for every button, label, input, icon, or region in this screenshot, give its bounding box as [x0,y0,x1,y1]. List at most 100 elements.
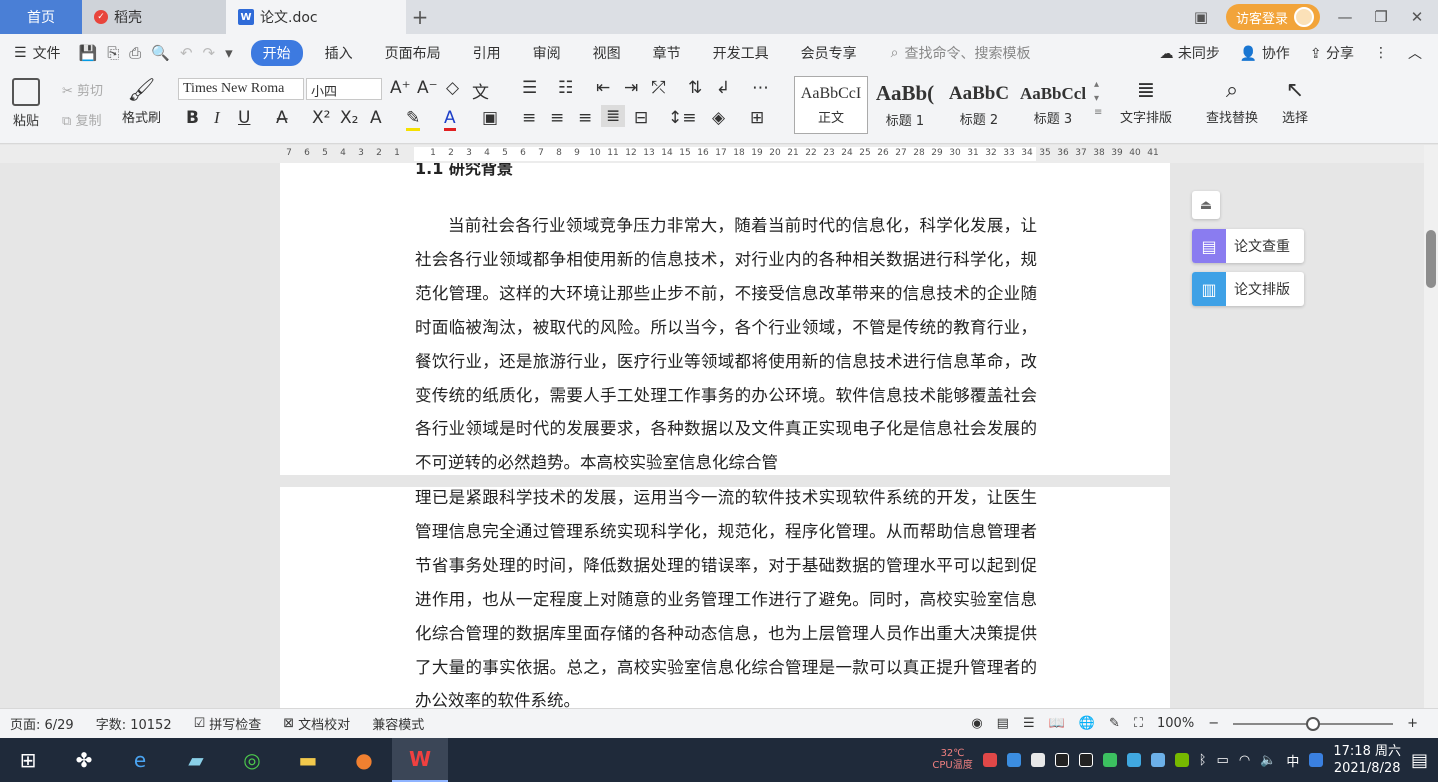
cut-button[interactable]: ✂ 剪切 [62,80,103,99]
clear-format-icon[interactable]: ◇ [446,78,459,98]
superscript-icon[interactable]: X² [312,108,330,128]
save-icon[interactable]: 💾 [79,44,98,62]
bold-icon[interactable]: B [186,108,199,128]
zoom-in-icon[interactable]: + [1407,716,1418,731]
style-heading-1[interactable]: AaBb( 标题 1 [868,76,942,134]
command-search[interactable]: ⌕ 查找命令、搜索模板 [891,43,1031,63]
ime-indicator[interactable]: 中 [1286,751,1299,770]
justify-icon[interactable]: ≣ [601,105,626,127]
strikethrough-icon[interactable]: A̶ [276,108,288,128]
paste-button[interactable]: 粘贴 [12,78,40,129]
collapse-ribbon-icon[interactable]: ︿ [1408,43,1422,63]
find-replace-button[interactable]: ⌕ 查找替换 [1206,78,1258,126]
eye-protect-icon[interactable]: ◉ [971,716,982,731]
zoom-slider[interactable] [1233,716,1394,731]
reading-view-icon[interactable]: 📖 [1049,716,1065,731]
tab-insert[interactable]: 插入 [315,39,363,67]
thesis-check-button[interactable]: ▤ 论文查重 [1192,229,1304,263]
show-marks-icon[interactable]: ⋯ [752,78,769,98]
highlight-icon[interactable]: ✎ [406,108,421,131]
align-right-icon[interactable]: ≡ [578,108,592,128]
clock[interactable]: 17:18 周六 2021/8/28 [1333,743,1401,777]
decrease-indent-icon[interactable]: ⇤ [596,78,610,98]
undo-icon[interactable]: ↶ [180,44,193,62]
battery-icon[interactable]: ▭ [1217,753,1229,768]
web-view-icon[interactable]: 🌐 [1079,716,1095,731]
chinese-layout-icon[interactable]: ⤱ [652,78,666,98]
export-icon[interactable]: ⎘ [107,44,119,62]
text-effect-icon[interactable]: A [370,108,382,128]
start-button[interactable]: ⊞ [0,738,56,782]
select-button[interactable]: ↖ 选择 [1282,78,1308,126]
tab-developer[interactable]: 开发工具 [703,39,779,67]
zoom-out-icon[interactable]: − [1208,716,1219,731]
minimize-button[interactable]: — [1334,8,1356,26]
tab-home[interactable]: 首页 [0,0,82,34]
paragraph-page-7[interactable]: 理已是紧跟科学技术的发展，运用当今一流的软件技术实现软件系统的开发，让医生管理信… [415,481,1037,708]
tab-document[interactable]: W 论文.doc [226,0,406,34]
taskbar-app-browser[interactable]: ◎ [224,738,280,782]
subscript-icon[interactable]: X₂ [340,108,358,128]
increase-indent-icon[interactable]: ⇥ [624,78,638,98]
sync-button[interactable]: ☁ 未同步 [1159,43,1219,63]
redo-icon[interactable]: ↷ [203,44,216,62]
increase-font-icon[interactable]: A⁺ [390,78,411,98]
tray-search-icon[interactable] [1309,753,1324,767]
customize-toolbar-icon[interactable]: ▾ [225,44,233,62]
spell-check-button[interactable]: ☑ 拼写检查 [194,714,262,733]
page-view-icon[interactable]: ▤ [997,716,1009,731]
notification-icon[interactable]: ▤ [1411,750,1428,771]
panel-collapse-button[interactable]: ⏏ [1192,191,1220,219]
annotate-icon[interactable]: ✎ [1109,716,1120,731]
borders-icon[interactable]: ⊞ [750,108,764,128]
guest-login-button[interactable]: 访客登录 [1225,4,1320,30]
numbered-list-icon[interactable]: ☷ [558,78,573,98]
font-name-select[interactable]: Times New Roma [178,78,304,100]
thesis-layout-button[interactable]: ▥ 论文排版 [1192,272,1304,306]
word-count[interactable]: 字数: 10152 [96,714,172,733]
more-icon[interactable]: ⋮ [1374,45,1388,61]
tab-view[interactable]: 视图 [583,39,631,67]
scrollbar-thumb[interactable] [1426,230,1436,288]
taskbar-app-wps[interactable]: W [392,738,448,782]
bluetooth-icon[interactable]: ᛒ [1199,753,1207,768]
print-preview-icon[interactable]: 🔍 [151,44,170,62]
phonetic-icon[interactable]: 文 [472,78,489,103]
taskbar-app-ie[interactable]: e [112,738,168,782]
distributed-icon[interactable]: ⊟ [634,108,648,128]
page-indicator[interactable]: 页面: 6/29 [10,714,74,733]
text-layout-button[interactable]: ≣ 文字排版 [1120,78,1172,126]
tab-chapter[interactable]: 章节 [643,39,691,67]
tray-nvidia-icon[interactable] [1174,753,1189,767]
restore-button[interactable]: ❐ [1370,8,1392,26]
vertical-scrollbar[interactable] [1424,145,1438,708]
align-left-icon[interactable]: ≡ [522,108,536,128]
volume-icon[interactable]: 🔈 [1260,753,1276,768]
decrease-font-icon[interactable]: A⁻ [417,78,438,98]
tab-daoke[interactable]: ✓ 稻壳 [82,0,226,34]
file-menu-button[interactable]: ☰ 文件 [14,43,61,63]
taskbar-app-explorer[interactable]: ▬ [280,738,336,782]
style-gallery-scroll-icon[interactable]: ▴ ▾ ≡ [1094,78,1102,120]
tray-shield-icon[interactable] [1030,753,1045,767]
font-color-icon[interactable]: A [444,108,456,131]
tray-app-icon[interactable] [1150,753,1165,767]
tray-qq-icon[interactable] [1054,753,1069,767]
share-button[interactable]: ⇪ 分享 [1310,43,1354,63]
zoom-level[interactable]: 100% [1157,716,1194,731]
new-tab-button[interactable]: + [406,0,434,34]
line-spacing-options-icon[interactable]: ↲ [716,78,730,98]
tab-page-layout[interactable]: 页面布局 [375,39,451,67]
wifi-icon[interactable]: ◠ [1239,753,1250,768]
style-heading-3[interactable]: AaBbCcl 标题 3 [1016,76,1090,134]
zoom-slider-knob[interactable] [1306,716,1321,731]
tab-references[interactable]: 引用 [463,39,511,67]
outline-view-icon[interactable]: ☰ [1023,716,1035,731]
format-painter-button[interactable]: 🖌 格式刷 [122,78,161,126]
underline-icon[interactable]: U [238,108,250,128]
italic-icon[interactable]: I [214,108,220,128]
line-spacing-icon[interactable]: ↕≡ [668,108,697,128]
char-border-icon[interactable]: ▣ [482,108,498,128]
tray-app-icon[interactable] [982,753,997,767]
window-layout-icon[interactable]: ▣ [1190,8,1212,26]
